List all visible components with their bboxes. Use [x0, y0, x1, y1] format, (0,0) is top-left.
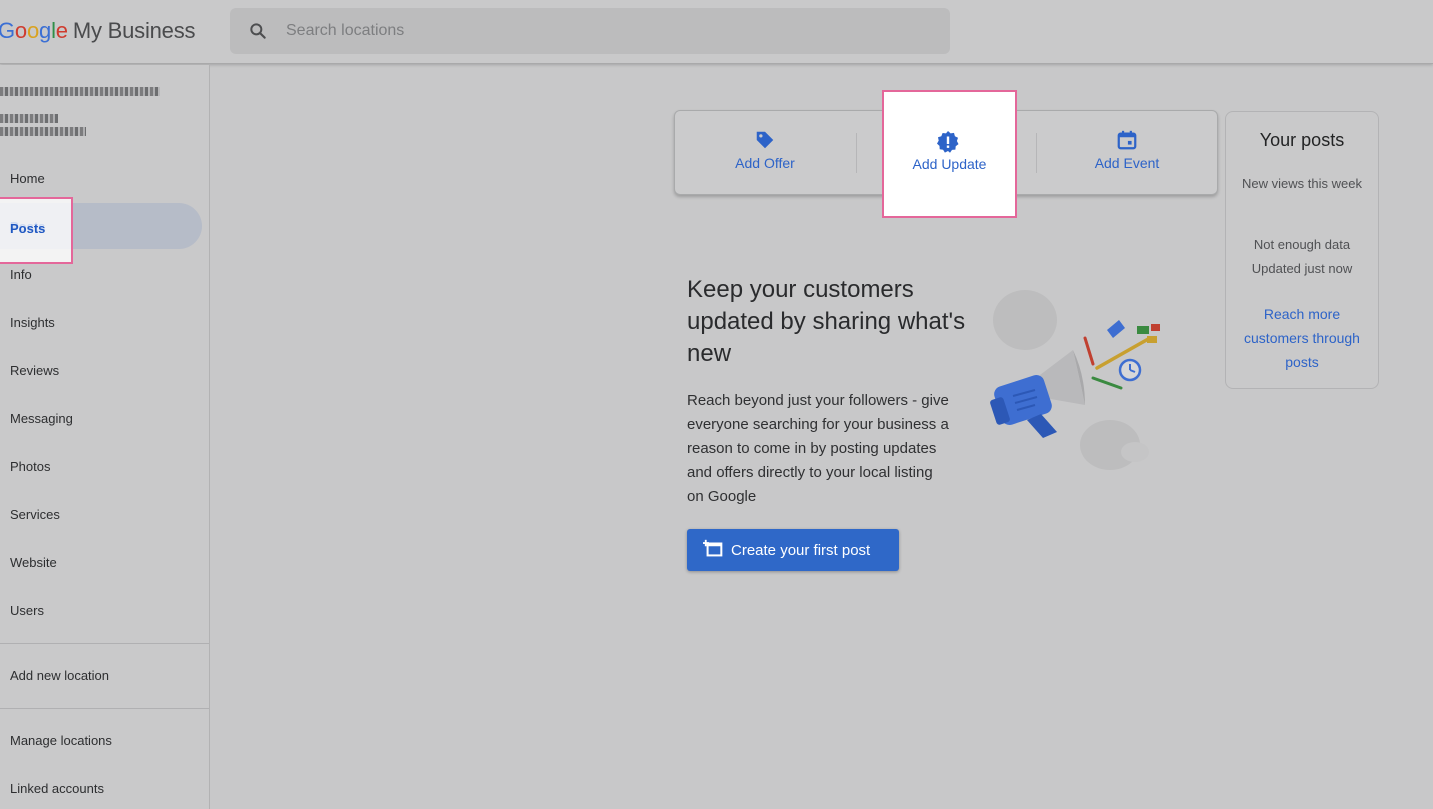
- sidebar-item-website[interactable]: Website: [0, 539, 202, 585]
- sidebar-divider: [0, 708, 209, 709]
- add-update-button[interactable]: Add Update: [882, 90, 1017, 218]
- sidebar-item-services[interactable]: Services: [0, 491, 202, 537]
- posts-highlight-callout[interactable]: Posts: [0, 197, 73, 264]
- search-input[interactable]: [286, 18, 886, 44]
- sidebar-item-messaging[interactable]: Messaging: [0, 395, 202, 441]
- sidebar-item-photos[interactable]: Photos: [0, 443, 202, 489]
- add-post-icon: [703, 539, 723, 557]
- megaphone-illustration: [990, 290, 1160, 470]
- search-icon[interactable]: [248, 21, 268, 41]
- calendar-icon: [1117, 130, 1137, 150]
- create-first-post-button[interactable]: Create your first post: [687, 529, 899, 571]
- sidebar: Home Posts Info Insights Reviews Messagi…: [0, 65, 210, 809]
- search-bar[interactable]: [230, 8, 950, 54]
- add-event-button[interactable]: Add Event: [1037, 111, 1217, 195]
- empty-state-description: Reach beyond just your followers - give …: [687, 392, 949, 505]
- sidebar-item-home[interactable]: Home: [0, 155, 202, 201]
- update-badge-icon: [937, 131, 959, 153]
- add-offer-button[interactable]: Add Offer: [675, 111, 855, 195]
- sidebar-item-reviews[interactable]: Reviews: [0, 347, 202, 393]
- empty-state-headline: Keep your customers updated by sharing w…: [687, 276, 966, 367]
- sidebar-item-insights[interactable]: Insights: [0, 299, 202, 345]
- manage-locations-link[interactable]: Manage locations: [0, 717, 202, 763]
- sidebar-divider: [0, 643, 209, 644]
- linked-accounts-link[interactable]: Linked accounts: [0, 765, 202, 809]
- add-new-location-link[interactable]: Add new location: [0, 652, 202, 698]
- top-app-bar: Google My Business: [0, 0, 1433, 64]
- divider: [856, 133, 857, 173]
- google-my-business-logo[interactable]: Google My Business: [0, 18, 196, 44]
- reach-more-customers-link[interactable]: Reach more customers through posts: [1236, 302, 1368, 374]
- your-posts-card: Your posts New views this week Not enoug…: [1225, 111, 1379, 389]
- tag-icon: [756, 131, 774, 149]
- sidebar-item-users[interactable]: Users: [0, 587, 202, 633]
